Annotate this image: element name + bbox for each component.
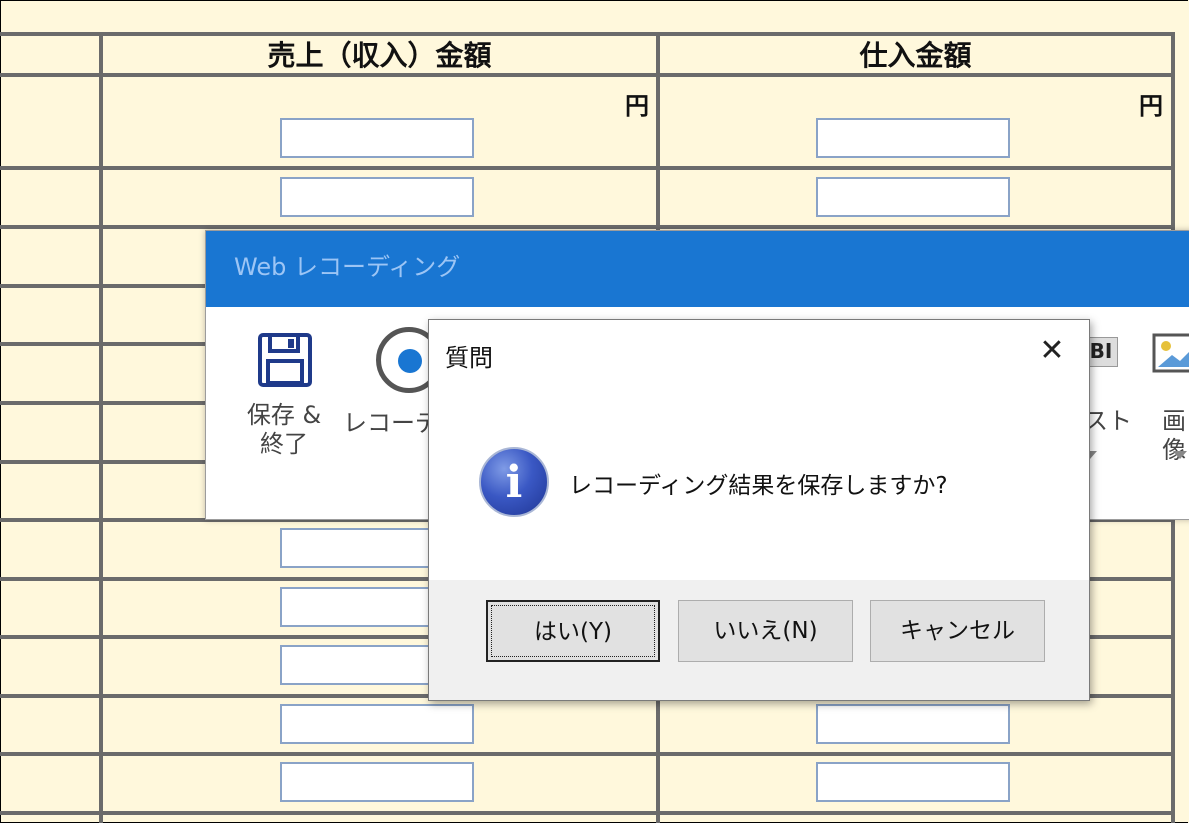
column-header-sales: 売上（収入）金額 bbox=[267, 39, 492, 72]
purchase-amount-input[interactable] bbox=[816, 704, 1010, 744]
focus-indicator bbox=[491, 605, 655, 657]
unit-label: 円 bbox=[625, 92, 649, 120]
sales-amount-input[interactable] bbox=[280, 118, 474, 158]
dialog-title: 質問 bbox=[445, 344, 493, 372]
grid-line bbox=[0, 752, 1175, 756]
no-button[interactable]: いいえ(N) bbox=[678, 600, 853, 662]
purchase-amount-input[interactable] bbox=[816, 177, 1010, 217]
cancel-button-label: キャンセル bbox=[900, 618, 1015, 644]
grid-line bbox=[0, 166, 1175, 170]
floppy-disk-icon bbox=[258, 333, 312, 387]
cancel-button[interactable]: キャンセル bbox=[870, 600, 1045, 662]
save-and-exit-button[interactable]: 保存 & 終了 bbox=[236, 401, 332, 459]
sales-amount-input[interactable] bbox=[280, 704, 474, 744]
recording-window-title: Web レコーディング bbox=[206, 231, 1189, 307]
sales-amount-input[interactable] bbox=[280, 762, 474, 802]
close-icon[interactable]: ✕ bbox=[1035, 334, 1069, 368]
image-icon bbox=[1152, 333, 1189, 373]
column-header-purchases: 仕入金額 bbox=[859, 39, 972, 72]
purchase-amount-input[interactable] bbox=[816, 762, 1010, 802]
chevron-down-icon[interactable] bbox=[1173, 451, 1187, 459]
no-button-label: いいえ(N) bbox=[713, 618, 818, 644]
grid-line bbox=[99, 32, 103, 823]
info-icon: i bbox=[479, 447, 549, 517]
grid-line bbox=[0, 811, 1175, 815]
dialog-message: レコーディング結果を保存しますか? bbox=[569, 473, 948, 499]
dialog-button-bar: はい(Y) いいえ(N) キャンセル bbox=[429, 580, 1089, 700]
yes-button[interactable]: はい(Y) bbox=[486, 600, 660, 662]
unit-label: 円 bbox=[1139, 92, 1163, 120]
text-tool-button[interactable]: スト bbox=[1084, 407, 1132, 436]
grid-line bbox=[0, 225, 1175, 229]
question-dialog: 質問 ✕ i レコーディング結果を保存しますか? はい(Y) いいえ(N) キャ… bbox=[428, 319, 1090, 701]
purchase-amount-input[interactable] bbox=[816, 118, 1010, 158]
sales-amount-input[interactable] bbox=[280, 177, 474, 217]
